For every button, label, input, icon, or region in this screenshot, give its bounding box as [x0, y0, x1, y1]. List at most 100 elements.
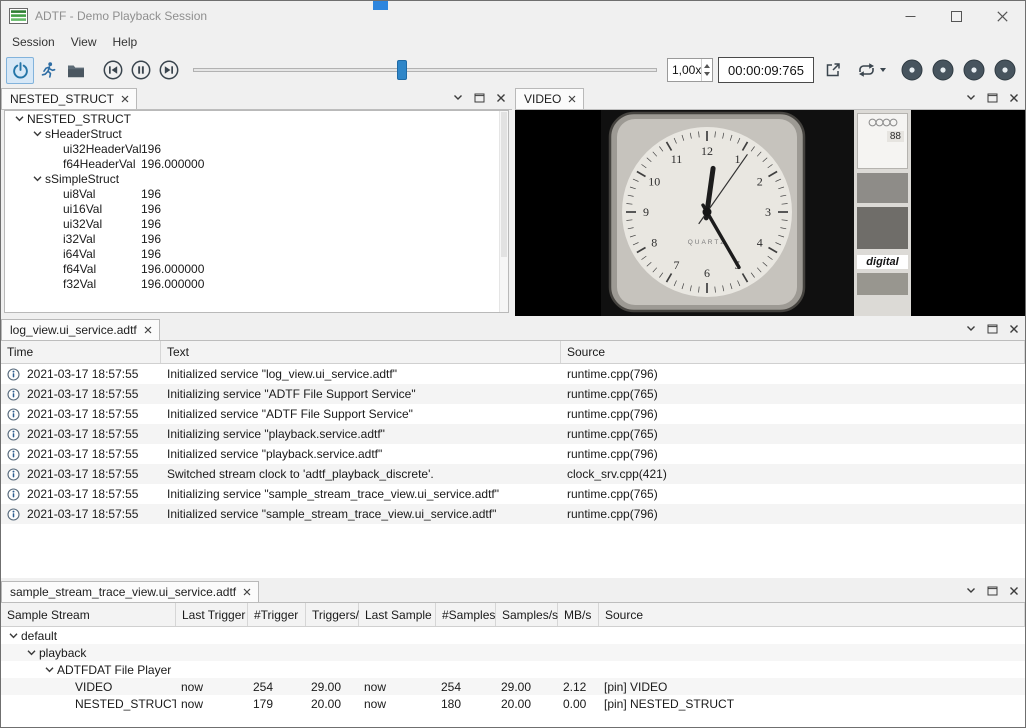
tab-nested-struct[interactable]: NESTED_STRUCT — [1, 88, 137, 109]
column-header-trigger-count[interactable]: #Trigger — [248, 603, 306, 626]
close-button[interactable] — [979, 1, 1025, 31]
tab-log-view[interactable]: log_view.ui_service.adtf — [1, 319, 160, 340]
expand-arrow-icon[interactable] — [41, 667, 57, 673]
column-header-text[interactable]: Text — [161, 341, 561, 363]
struct-tree-row[interactable]: ui32HeaderVal196 — [5, 141, 508, 156]
timeline-slider-handle[interactable] — [397, 60, 407, 80]
log-message: Initializing service "playback.service.a… — [161, 427, 561, 441]
tab-close-icon[interactable] — [121, 95, 129, 103]
stream-indicator-button-1[interactable] — [901, 59, 923, 81]
log-row[interactable]: 2021-03-17 18:57:55Initialized service "… — [1, 404, 1025, 424]
dock-float-button[interactable] — [987, 323, 998, 334]
spin-down-icon[interactable] — [704, 72, 710, 76]
info-icon — [7, 488, 20, 501]
struct-tree-row[interactable]: f64Val196.000000 — [5, 261, 508, 276]
dock-close-button[interactable] — [1009, 93, 1019, 103]
window-title: ADTF - Demo Playback Session — [35, 9, 207, 23]
menu-session[interactable]: Session — [4, 32, 63, 52]
dock-float-button[interactable] — [474, 92, 485, 103]
struct-tree-row[interactable]: sHeaderStruct — [5, 126, 508, 141]
dock-close-button[interactable] — [1009, 586, 1019, 596]
struct-tree-row[interactable]: ui16Val196 — [5, 201, 508, 216]
dock-menu-button[interactable] — [966, 587, 976, 594]
log-row[interactable]: 2021-03-17 18:57:55Initializing service … — [1, 484, 1025, 504]
spin-up-icon[interactable] — [704, 64, 710, 68]
tab-video[interactable]: VIDEO — [515, 88, 584, 109]
log-row[interactable]: 2021-03-17 18:57:55Initializing service … — [1, 424, 1025, 444]
expand-arrow-icon[interactable] — [29, 126, 45, 141]
power-toggle-button[interactable] — [6, 57, 34, 84]
struct-tree-row[interactable]: f64HeaderVal 196.000000 — [5, 156, 508, 171]
struct-node-value: 196.000000 — [141, 157, 204, 171]
trace-value-cell: 179 — [248, 697, 306, 711]
detach-player-button[interactable] — [819, 57, 847, 84]
column-header-last-trigger[interactable]: Last Trigger — [176, 603, 248, 626]
log-row[interactable]: 2021-03-17 18:57:55Initialized service "… — [1, 364, 1025, 384]
column-header-samples-per-s[interactable]: Samples/s — [496, 603, 558, 626]
scrollbar-thumb[interactable] — [501, 112, 507, 257]
struct-node-name: f64HeaderVal — [63, 157, 136, 171]
stream-indicator-button-3[interactable] — [963, 59, 985, 81]
tab-close-icon[interactable] — [144, 326, 152, 334]
tab-sample-stream-trace[interactable]: sample_stream_trace_view.ui_service.adtf — [1, 581, 259, 602]
dock-menu-button[interactable] — [966, 94, 976, 101]
skip-to-end-button[interactable] — [155, 57, 183, 84]
tab-close-icon[interactable] — [568, 95, 576, 103]
column-header-mb-per-s[interactable]: MB/s — [558, 603, 599, 626]
tab-close-icon[interactable] — [243, 588, 251, 596]
speed-spin-buttons[interactable] — [701, 59, 712, 81]
trace-value-cell: now — [176, 697, 248, 711]
column-header-triggers-per-s[interactable]: Triggers/s — [306, 603, 359, 626]
log-row[interactable]: 2021-03-17 18:57:55Switched stream clock… — [1, 464, 1025, 484]
column-header-source[interactable]: Source — [599, 603, 1025, 626]
log-row[interactable]: 2021-03-17 18:57:55Initialized service "… — [1, 504, 1025, 524]
vertical-scrollbar[interactable] — [499, 111, 508, 312]
titlebar[interactable]: ADTF - Demo Playback Session — [1, 1, 1025, 31]
playback-time-display: 00:00:09:765 — [718, 57, 814, 83]
log-row[interactable]: 2021-03-17 18:57:55Initialized service "… — [1, 444, 1025, 464]
struct-tree-row[interactable]: ui32Val196 — [5, 216, 508, 231]
svg-text:12: 12 — [701, 144, 713, 158]
dock-menu-button[interactable] — [966, 325, 976, 332]
run-button[interactable] — [34, 57, 62, 84]
column-header-time[interactable]: Time — [1, 341, 161, 363]
struct-tree-row[interactable]: i32Val196 — [5, 231, 508, 246]
trace-row[interactable]: VIDEOnow25429.00now25429.002.12[pin] VID… — [1, 678, 1025, 695]
struct-tree-row[interactable]: NESTED_STRUCT — [5, 111, 508, 126]
open-file-button[interactable] — [62, 57, 90, 84]
dock-close-button[interactable] — [1009, 324, 1019, 334]
menu-view[interactable]: View — [63, 32, 105, 52]
dock-float-button[interactable] — [987, 585, 998, 596]
column-header-sample-stream[interactable]: Sample Stream — [1, 603, 176, 626]
expand-arrow-icon[interactable] — [11, 111, 27, 126]
dock-float-button[interactable] — [987, 92, 998, 103]
log-row[interactable]: 2021-03-17 18:57:55Initializing service … — [1, 384, 1025, 404]
struct-node-name: i32Val — [63, 232, 95, 246]
playback-speed-spinbox[interactable]: 1,00x — [667, 58, 713, 82]
dock-close-button[interactable] — [496, 93, 506, 103]
pause-button[interactable] — [127, 57, 155, 84]
column-header-last-sample[interactable]: Last Sample — [359, 603, 436, 626]
stream-indicator-button-4[interactable] — [994, 59, 1016, 81]
column-header-source[interactable]: Source — [561, 341, 1025, 363]
struct-tree-row[interactable]: f32Val196.000000 — [5, 276, 508, 291]
struct-tree-row[interactable]: ui8Val196 — [5, 186, 508, 201]
stream-indicator-button-2[interactable] — [932, 59, 954, 81]
loop-mode-button[interactable] — [851, 57, 891, 84]
column-header-sample-count[interactable]: #Samples — [436, 603, 496, 626]
expand-arrow-icon[interactable] — [5, 633, 21, 639]
expand-arrow-icon[interactable] — [29, 171, 45, 186]
minimize-button[interactable] — [887, 1, 933, 31]
timeline-slider[interactable] — [193, 57, 657, 83]
struct-tree-row[interactable]: i64Val196 — [5, 246, 508, 261]
menu-help[interactable]: Help — [105, 32, 146, 52]
trace-row[interactable]: playback — [1, 644, 1025, 661]
trace-row[interactable]: default — [1, 627, 1025, 644]
dock-menu-button[interactable] — [453, 94, 463, 101]
expand-arrow-icon[interactable] — [23, 650, 39, 656]
trace-row[interactable]: NESTED_STRUCTnow17920.00now18020.000.00[… — [1, 695, 1025, 712]
struct-tree-row[interactable]: sSimpleStruct — [5, 171, 508, 186]
skip-to-start-button[interactable] — [99, 57, 127, 84]
maximize-button[interactable] — [933, 1, 979, 31]
trace-row[interactable]: ADTFDAT File Player — [1, 661, 1025, 678]
